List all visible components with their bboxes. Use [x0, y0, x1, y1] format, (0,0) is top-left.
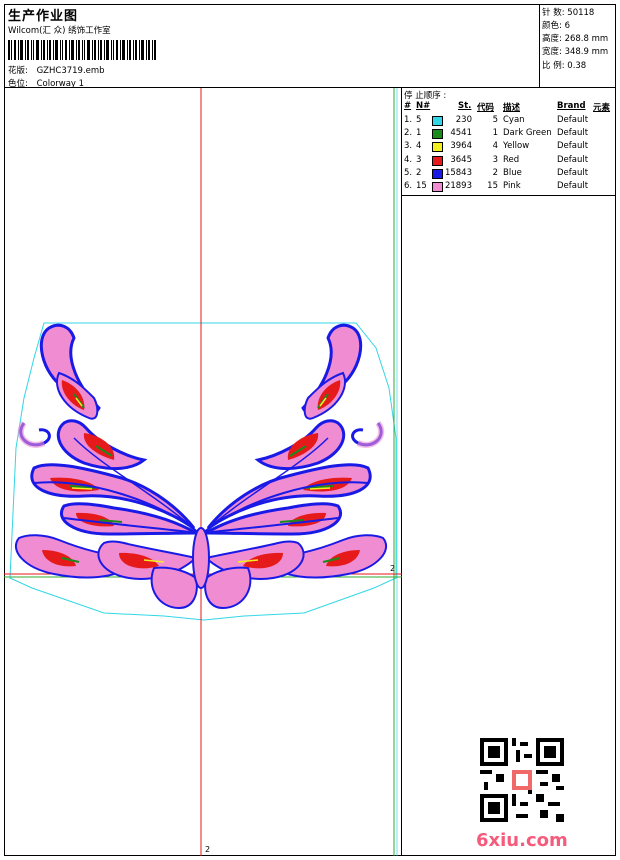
stop-sequence-panel: 停 止顺序 : # N# St. 代码 描述 Brand 元素 1. 5 230 5 C… — [402, 88, 616, 196]
watermark-text: 6xiu.com — [476, 830, 568, 851]
stop-sequence-row: 4. 3 3645 3 Red Default — [402, 155, 616, 168]
info-height: 高度: 268.8 mm — [542, 32, 608, 44]
color-swatch — [432, 129, 443, 140]
row-code: 15 — [487, 181, 498, 191]
row-stitches: 230 — [455, 115, 472, 125]
row-index: 2. — [404, 128, 413, 139]
col-header-num: # — [404, 101, 412, 111]
info-label: 高度: — [542, 34, 562, 44]
info-label: 比 例: — [542, 61, 565, 71]
info-stitches: 针 数: 50118 — [542, 6, 594, 18]
row-brand: Default — [557, 154, 589, 165]
row-stitches: 15843 — [444, 167, 472, 178]
row-brand: Default — [557, 115, 589, 125]
info-value: 268.8 mm — [564, 34, 609, 44]
info-label: 宽度: — [542, 47, 562, 57]
col-header-code: 代码 — [477, 103, 495, 113]
stop-sequence-row: 1. 5 230 5 Cyan Default — [402, 115, 616, 128]
row-code: 4 — [492, 141, 498, 152]
row-stitches: 21893 — [444, 181, 472, 191]
col-header-element: 元素 — [593, 103, 611, 113]
header-panel: 生产作业图 Wilcom(汇 众) 绣饰工作室 花版: GZHC3719.emb… — [4, 4, 540, 89]
row-stitches: 4541 — [450, 128, 472, 139]
col-header-brand: Brand — [557, 101, 586, 111]
row-needle: 5 — [416, 115, 422, 125]
company-name: Wilcom(汇 众) 绣饰工作室 — [8, 26, 111, 36]
row-stitches: 3645 — [450, 154, 472, 165]
row-description: Yellow — [503, 141, 530, 152]
info-scale: 比 例: 0.38 — [542, 59, 586, 71]
col-header-desc: 描述 — [503, 103, 521, 113]
row-needle: 4 — [416, 141, 422, 152]
row-index: 1. — [404, 115, 413, 125]
info-label: 颜色: — [542, 21, 562, 31]
barcode — [8, 40, 156, 60]
axis-label-bottom: 2 — [205, 845, 210, 854]
qr-code — [480, 738, 564, 822]
stop-sequence-row: 5. 2 15843 2 Blue Default — [402, 168, 616, 181]
row-index: 6. — [404, 181, 413, 191]
info-value: 50118 — [567, 8, 595, 18]
row-needle: 3 — [416, 154, 422, 165]
design-info-panel: 针 数: 50118 颜色: 6 高度: 268.8 mm 宽度: 348.9 … — [539, 4, 616, 88]
col-header-n: N# — [416, 101, 431, 111]
info-value: 0.38 — [567, 61, 587, 71]
col-header-st: St. — [458, 101, 472, 111]
row-index: 5. — [404, 167, 413, 178]
stop-sequence-row: 6. 15 21893 15 Pink Default — [402, 181, 616, 194]
row-brand: Default — [557, 181, 589, 191]
row-code: 1 — [492, 128, 498, 139]
color-swatch — [432, 168, 443, 179]
design-file-row: 花版: GZHC3719.emb — [8, 64, 105, 76]
row-description: Pink — [503, 181, 521, 191]
design-label: 花版: — [8, 66, 28, 76]
row-brand: Default — [557, 141, 589, 152]
row-description: Cyan — [503, 115, 525, 125]
row-description: Red — [503, 154, 520, 165]
stop-sequence-row: 3. 4 3964 4 Yellow Default — [402, 141, 616, 154]
design-file: GZHC3719.emb — [36, 66, 105, 76]
info-width: 宽度: 348.9 mm — [542, 45, 608, 57]
row-needle: 1 — [416, 128, 422, 139]
color-swatch — [432, 155, 443, 166]
row-brand: Default — [557, 167, 589, 178]
info-label: 针 数: — [542, 8, 565, 18]
axis-label-right: 2 — [390, 564, 395, 573]
color-swatch — [432, 116, 443, 126]
row-brand: Default — [557, 128, 589, 139]
info-colors: 颜色: 6 — [542, 19, 570, 31]
row-code: 5 — [492, 115, 498, 125]
row-needle: 15 — [416, 181, 427, 191]
stop-sequence-title: 停 止顺序 : — [404, 91, 447, 101]
info-value: 6 — [564, 21, 570, 31]
design-canvas: 2 2 — [4, 88, 402, 856]
embroidery-preview: 2 2 — [4, 88, 402, 856]
row-code: 3 — [492, 154, 498, 165]
row-needle: 2 — [416, 167, 422, 178]
color-swatch — [432, 142, 443, 153]
row-index: 4. — [404, 154, 413, 165]
row-description: Blue — [503, 167, 522, 178]
page-title: 生产作业图 — [8, 9, 79, 24]
row-code: 2 — [492, 167, 498, 178]
info-value: 348.9 mm — [564, 47, 609, 57]
row-index: 3. — [404, 141, 413, 152]
stop-sequence-row: 2. 1 4541 1 Dark Green Default — [402, 128, 616, 141]
color-swatch — [432, 182, 443, 192]
row-stitches: 3964 — [450, 141, 472, 152]
row-description: Dark Green — [503, 128, 552, 139]
